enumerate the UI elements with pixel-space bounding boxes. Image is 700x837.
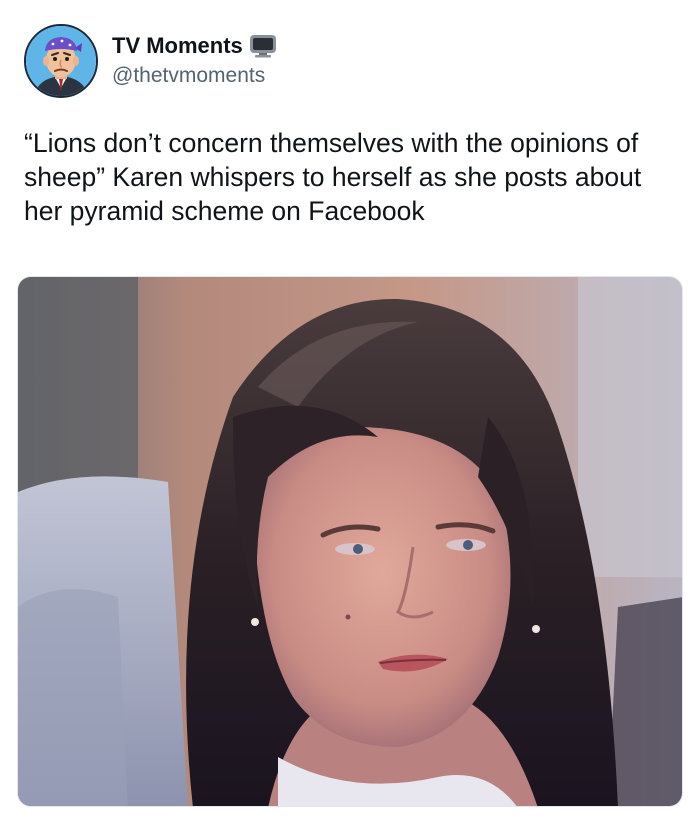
author-handle[interactable]: @thetvmoments	[112, 63, 277, 89]
television-icon	[249, 34, 277, 58]
author-display-name[interactable]: TV Moments	[112, 33, 243, 59]
display-name-row: TV Moments	[112, 33, 277, 59]
cartoon-avatar-icon	[26, 26, 96, 96]
avatar[interactable]	[24, 24, 98, 98]
author-names: TV Moments @thetvmoments	[112, 33, 277, 89]
tweet-photo[interactable]	[17, 276, 683, 807]
tweet-card: TV Moments @thetvmoments “Lions don’t co…	[0, 0, 700, 837]
woman-photo	[18, 277, 682, 806]
tweet-header: TV Moments @thetvmoments	[24, 24, 277, 98]
tweet-text: “Lions don’t concern themselves with the…	[24, 128, 642, 226]
